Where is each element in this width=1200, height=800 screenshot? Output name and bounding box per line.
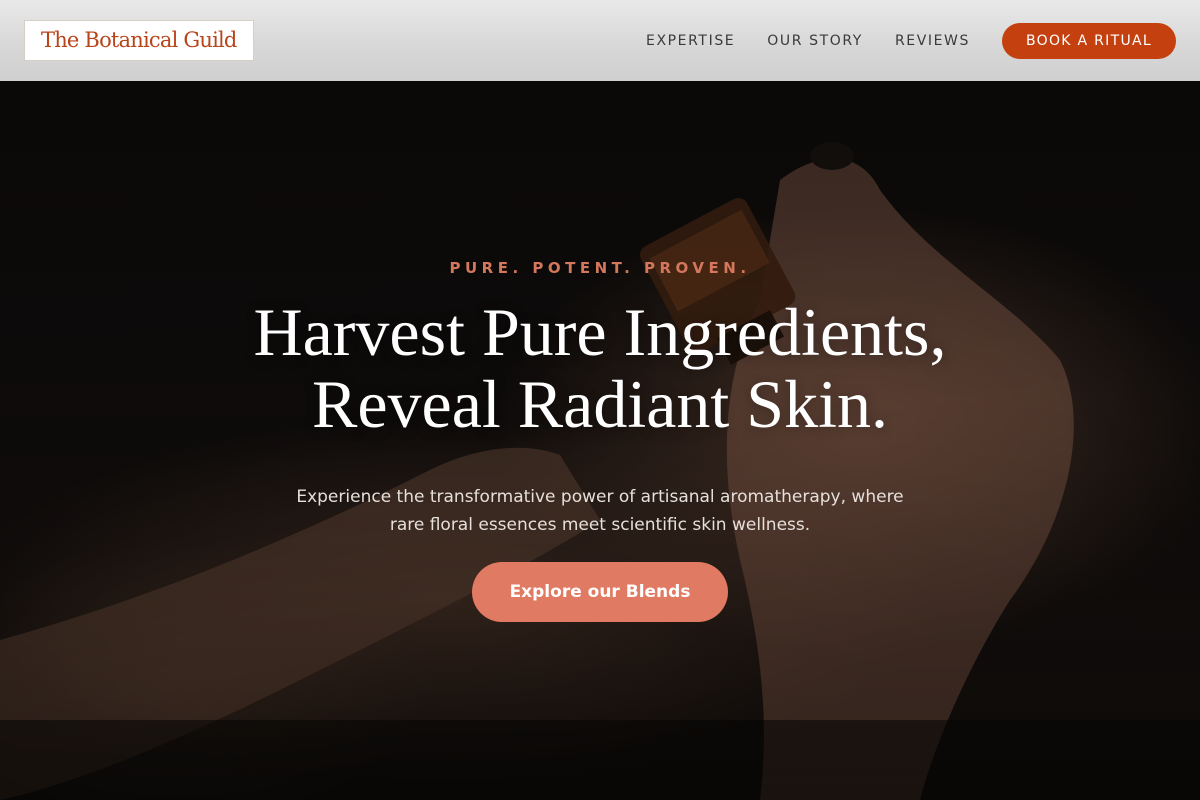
nav-link-our-story[interactable]: OUR STORY <box>767 33 863 49</box>
hero-subtext-line-2: rare floral essences meet scientific ski… <box>389 515 811 535</box>
hero-headline-line-1: Harvest Pure Ingredients, <box>253 294 947 370</box>
brand-logo[interactable]: The Botanical Guild <box>24 20 254 61</box>
landing-page: The Botanical Guild EXPERTISE OUR STORY … <box>0 0 1200 800</box>
hero-subtext-line-1: Experience the transformative power of a… <box>296 487 904 507</box>
hero-eyebrow: PURE. POTENT. PROVEN. <box>449 259 751 277</box>
explore-blends-button[interactable]: Explore our Blends <box>472 562 728 622</box>
hero-headline: Harvest Pure Ingredients, Reveal Radiant… <box>150 296 1050 440</box>
main-nav: EXPERTISE OUR STORY REVIEWS BOOK A RITUA… <box>646 22 1176 59</box>
book-a-ritual-button[interactable]: BOOK A RITUAL <box>1002 22 1176 59</box>
site-header: The Botanical Guild EXPERTISE OUR STORY … <box>0 0 1200 81</box>
nav-link-expertise[interactable]: EXPERTISE <box>646 33 735 49</box>
hero-subtext: Experience the transformative power of a… <box>250 483 950 539</box>
nav-link-reviews[interactable]: REVIEWS <box>895 33 970 49</box>
hero-headline-line-2: Reveal Radiant Skin. <box>311 366 888 442</box>
